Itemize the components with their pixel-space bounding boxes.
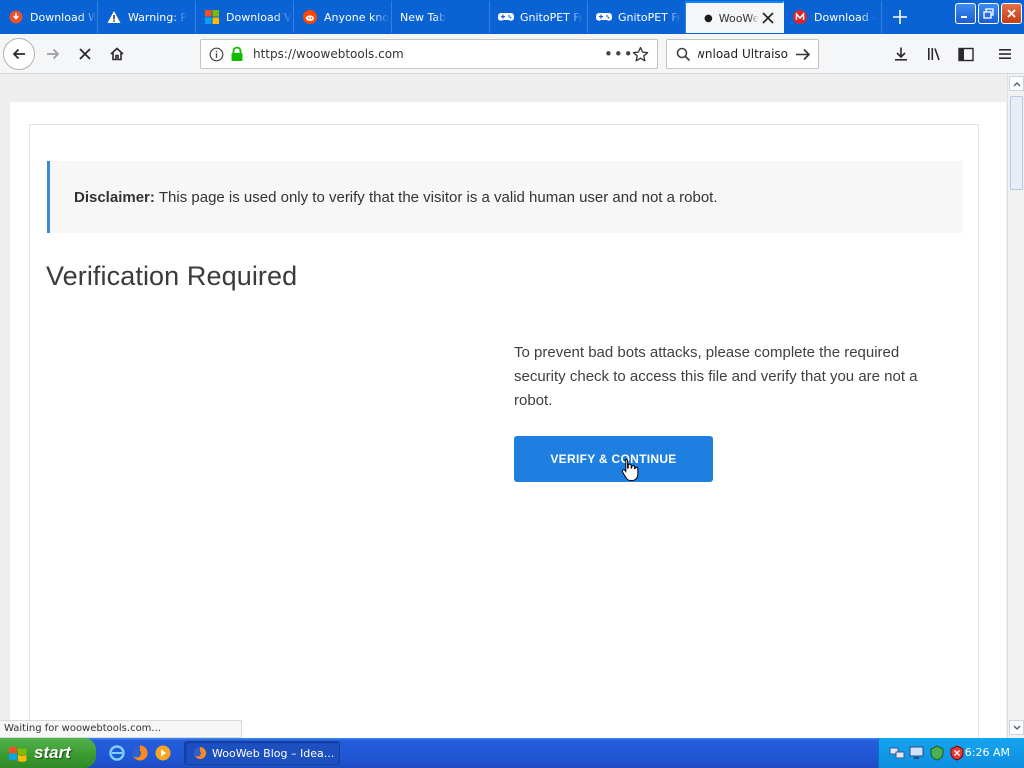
library-icon xyxy=(927,48,940,61)
tab-download-w[interactable]: Download W xyxy=(0,1,98,33)
minimize-icon xyxy=(961,16,967,18)
restore-button[interactable] xyxy=(978,3,999,24)
search-go-icon[interactable] xyxy=(795,47,811,66)
windows-logo-icon xyxy=(204,9,220,25)
firefox-icon[interactable] xyxy=(131,744,149,762)
lock-icon[interactable] xyxy=(230,46,244,66)
page-viewport: Disclaimer: This page is used only to ve… xyxy=(0,74,1007,738)
security-tray-icon[interactable] xyxy=(929,745,945,761)
gamepad-icon xyxy=(498,9,514,25)
tab-label: New Tab xyxy=(400,10,447,24)
scroll-down-button[interactable] xyxy=(1009,720,1024,735)
network-tray-icon[interactable] xyxy=(889,745,905,761)
tab-reddit[interactable]: Anyone kno xyxy=(294,1,392,33)
scrollbar-thumb[interactable] xyxy=(1010,96,1023,190)
tab-download-v[interactable]: Download V xyxy=(196,1,294,33)
close-icon xyxy=(1007,9,1016,18)
minimize-button[interactable] xyxy=(955,3,976,24)
download-arrow-icon xyxy=(895,47,907,61)
chevron-up-icon xyxy=(1013,81,1020,86)
media-player-icon[interactable] xyxy=(154,744,172,762)
info-icon[interactable] xyxy=(209,47,224,66)
close-tab-icon[interactable] xyxy=(761,11,775,25)
disclaimer-box: Disclaimer: This page is used only to ve… xyxy=(47,161,963,233)
disclaimer-text: This page is used only to verify that th… xyxy=(158,188,718,206)
search-input[interactable]: ownload Ultraiso xyxy=(698,47,788,61)
restore-icon xyxy=(983,8,994,19)
tab-gnitopet-1[interactable]: GnitoPET Fr xyxy=(490,1,588,33)
start-button[interactable]: start xyxy=(0,738,96,768)
bookmark-star-icon[interactable] xyxy=(632,46,649,67)
new-tab-button[interactable] xyxy=(889,6,911,28)
arrow-left-icon xyxy=(12,48,25,60)
tab-label: Download W xyxy=(30,10,97,24)
sidebar-icon xyxy=(958,47,974,61)
reddit-icon xyxy=(302,9,318,25)
home-button[interactable] xyxy=(101,38,133,70)
search-bar[interactable]: ownload Ultraiso xyxy=(666,39,819,69)
windows-flag-icon xyxy=(9,746,27,762)
url-text[interactable]: https://woowebtools.com xyxy=(253,47,404,61)
start-label: start xyxy=(34,743,71,762)
verify-continue-button[interactable]: VERIFY & CONTINUE xyxy=(514,436,713,482)
internet-explorer-icon[interactable] xyxy=(108,744,126,762)
sidebar-button[interactable] xyxy=(950,38,982,70)
tab-label: Download V xyxy=(226,10,292,24)
warning-icon xyxy=(106,9,122,25)
tab-label: WooWe xyxy=(718,11,759,25)
hand-cursor-icon xyxy=(621,458,639,481)
taskbar-item-label: WooWeb Blog – Idea... xyxy=(212,746,335,760)
status-text: Waiting for woowebtools.com... xyxy=(0,720,242,738)
tab-download-mega[interactable]: Download - xyxy=(784,1,882,33)
library-button[interactable] xyxy=(918,38,950,70)
back-button[interactable] xyxy=(3,38,35,70)
page-container: Disclaimer: This page is used only to ve… xyxy=(10,102,1006,738)
tab-gnitopet-2[interactable]: GnitoPET Fr xyxy=(588,1,686,33)
firefox-icon xyxy=(194,746,207,759)
forward-button[interactable] xyxy=(37,38,69,70)
security-check-text: To prevent bad bots attacks, please comp… xyxy=(514,344,918,409)
tab-label: Download - xyxy=(814,10,877,24)
hamburger-menu-icon xyxy=(999,49,1011,59)
monitor-tray-icon[interactable] xyxy=(909,745,925,761)
stop-x-icon xyxy=(79,48,91,60)
disclaimer-label: Disclaimer: xyxy=(74,188,155,206)
chevron-down-icon xyxy=(1013,725,1020,730)
page-title: Verification Required xyxy=(46,261,298,291)
page-actions-icon[interactable]: ••• xyxy=(604,47,634,62)
windows-taskbar: start WooWeb Blog – Idea... 6:26 AM xyxy=(0,738,1024,768)
close-window-button[interactable] xyxy=(1001,3,1022,24)
navigation-toolbar: https://woowebtools.com ••• ownload Ultr… xyxy=(0,34,1024,74)
tab-label: GnitoPET Fr xyxy=(618,10,682,24)
arrow-right-icon xyxy=(47,48,60,60)
scroll-up-button[interactable] xyxy=(1009,76,1024,91)
clock: 6:26 AM xyxy=(964,746,1010,759)
shield-tray-icon[interactable] xyxy=(949,745,965,761)
downloads-button[interactable] xyxy=(885,38,917,70)
gamepad-icon xyxy=(596,9,612,25)
system-tray: 6:26 AM xyxy=(878,738,1024,768)
loading-dot-icon: ● xyxy=(704,12,713,24)
menu-button[interactable] xyxy=(989,38,1021,70)
tab-label: Warning: P xyxy=(128,10,188,24)
download-circle-icon xyxy=(8,9,24,25)
home-icon xyxy=(110,47,124,61)
url-bar[interactable]: https://woowebtools.com ••• xyxy=(200,39,658,69)
stop-button[interactable] xyxy=(69,38,101,70)
content-card: Disclaimer: This page is used only to ve… xyxy=(29,124,979,738)
tab-new-tab[interactable]: New Tab xyxy=(392,1,490,33)
mega-icon xyxy=(792,9,808,25)
tab-wooweb-active[interactable]: ● WooWe xyxy=(686,1,784,33)
tab-warning[interactable]: Warning: P xyxy=(98,1,196,33)
tab-label: Anyone kno xyxy=(324,10,390,24)
search-icon xyxy=(676,47,691,66)
tab-label: GnitoPET Fr xyxy=(520,10,584,24)
taskbar-item-wooweb[interactable]: WooWeb Blog – Idea... xyxy=(184,741,340,765)
vertical-scrollbar[interactable] xyxy=(1007,74,1024,738)
tab-strip: Download W Warning: P Download V Anyone … xyxy=(0,0,1024,34)
